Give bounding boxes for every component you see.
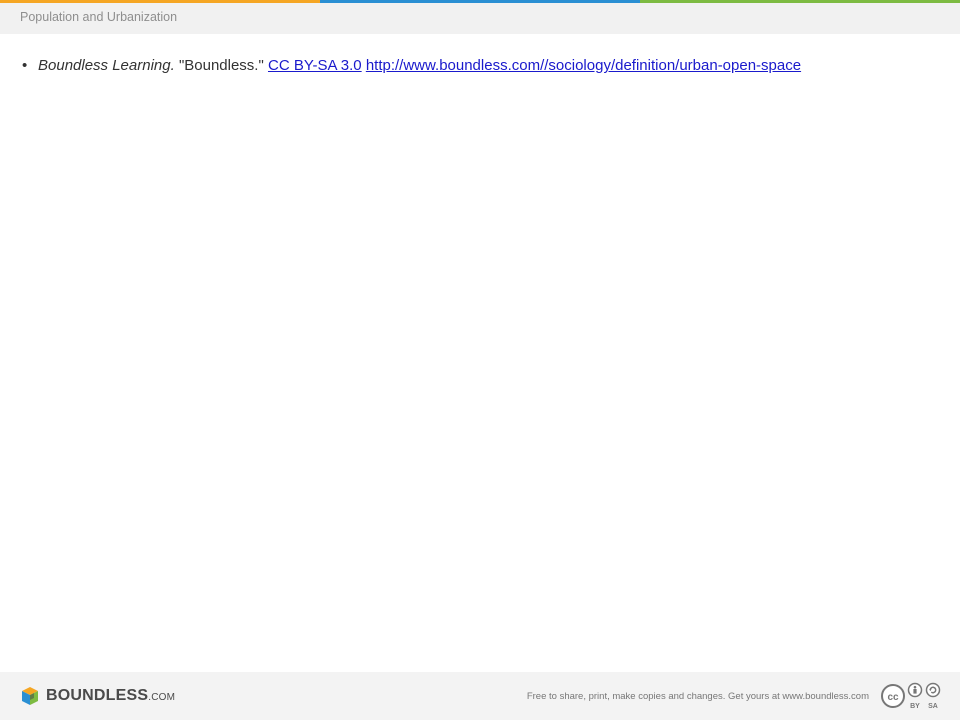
- slide-header: Population and Urbanization: [0, 3, 960, 34]
- citation-item: • Boundless Learning. "Boundless." CC BY…: [20, 57, 940, 74]
- footer-notice: Free to share, print, make copies and ch…: [526, 691, 869, 702]
- slide-content: • Boundless Learning. "Boundless." CC BY…: [20, 57, 940, 74]
- boundless-cube-icon: [22, 687, 38, 705]
- slide-title: Population and Urbanization: [20, 10, 178, 24]
- logo-suffix: .COM: [148, 692, 176, 703]
- bullet: •: [22, 57, 28, 74]
- logo-wordmark: BOUNDLESS.COM: [46, 687, 175, 705]
- boundless-logo: BOUNDLESS.COM: [20, 686, 175, 706]
- citation-title: "Boundless.": [178, 57, 264, 74]
- license-link[interactable]: CC BY-SA 3.0: [268, 57, 362, 74]
- svg-text:BY: BY: [910, 703, 920, 710]
- svg-text:cc: cc: [887, 692, 899, 703]
- slide-footer: BOUNDLESS.COM Free to share, print, make…: [0, 672, 960, 720]
- source-url-link[interactable]: http://www.boundless.com//sociology/defi…: [366, 57, 801, 74]
- cc-by-sa-icon: cc BY SA: [881, 682, 941, 710]
- svg-text:SA: SA: [928, 703, 938, 710]
- citation-author: Boundless Learning.: [38, 57, 175, 74]
- logo-word: BOUNDLESS: [46, 687, 149, 704]
